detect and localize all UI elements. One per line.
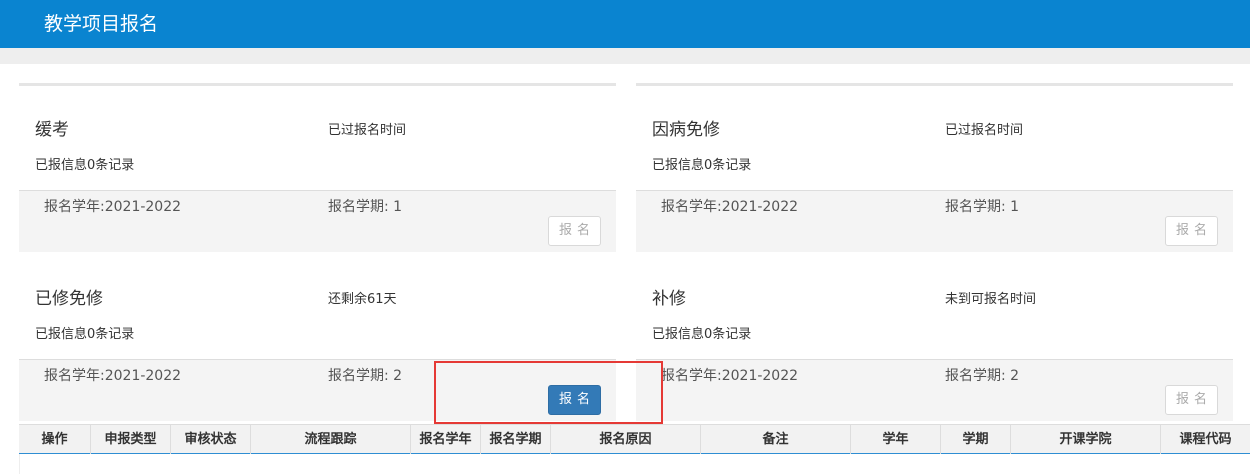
card-year: 报名学年:2021-2022 <box>661 368 799 384</box>
column-header[interactable]: 学年 <box>851 425 941 454</box>
card-year: 报名学年:2021-2022 <box>44 199 182 215</box>
column-header[interactable]: 学期 <box>941 425 1011 454</box>
card-title: 因病免修 <box>652 120 720 140</box>
card-record-count: 已报信息0条记录 <box>35 158 135 173</box>
column-header[interactable]: 报名学年 <box>411 425 481 454</box>
header-separator <box>0 48 1250 64</box>
enroll-card-makeup: 补修 未到可报名时间 已报信息0条记录 报名学年:2021-2022 报名学期:… <box>636 252 1233 422</box>
column-header[interactable]: 操作 <box>19 425 91 454</box>
card-divider <box>19 83 616 86</box>
card-title: 已修免修 <box>35 289 103 309</box>
card-term: 报名学期: 1 <box>328 199 403 215</box>
card-status: 未到可报名时间 <box>945 292 1037 307</box>
top-bar: 教学项目报名 <box>0 0 1250 48</box>
column-header[interactable]: 申报类型 <box>91 425 171 454</box>
card-status: 已过报名时间 <box>945 123 1024 138</box>
card-term: 报名学期: 2 <box>328 368 403 384</box>
card-title: 缓考 <box>35 120 69 140</box>
enroll-button[interactable]: 报名 <box>548 216 601 246</box>
column-header[interactable]: 流程跟踪 <box>251 425 411 454</box>
card-footer-panel: 报名学年:2021-2022 报名学期: 1 报名 <box>636 190 1233 252</box>
card-title: 补修 <box>652 289 686 309</box>
records-table-header: 操作 申报类型 审核状态 流程跟踪 报名学年 报名学期 报名原因 备注 学年 学… <box>19 424 1250 454</box>
column-header[interactable]: 课程代码 <box>1161 425 1250 454</box>
card-record-count: 已报信息0条记录 <box>35 327 135 342</box>
column-header[interactable]: 审核状态 <box>171 425 251 454</box>
card-record-count: 已报信息0条记录 <box>652 158 752 173</box>
enroll-card-deferred-exam: 缓考 已过报名时间 已报信息0条记录 报名学年:2021-2022 报名学期: … <box>19 83 616 252</box>
card-footer-panel: 报名学年:2021-2022 报名学期: 2 报名 <box>636 359 1233 421</box>
highlight-box <box>434 361 663 424</box>
card-footer-panel: 报名学年:2021-2022 报名学期: 1 报名 <box>19 190 616 252</box>
card-term: 报名学期: 1 <box>945 199 1020 215</box>
page-title: 教学项目报名 <box>44 13 159 35</box>
card-year: 报名学年:2021-2022 <box>661 199 799 215</box>
card-term: 报名学期: 2 <box>945 368 1020 384</box>
enroll-button[interactable]: 报名 <box>1165 385 1218 415</box>
card-record-count: 已报信息0条记录 <box>652 327 752 342</box>
card-status: 还剩余61天 <box>328 292 397 307</box>
card-status: 已过报名时间 <box>328 123 407 138</box>
records-table-body <box>19 454 1250 474</box>
column-header[interactable]: 开课学院 <box>1011 425 1161 454</box>
column-header[interactable]: 报名学期 <box>481 425 551 454</box>
column-header[interactable]: 备注 <box>701 425 851 454</box>
column-header[interactable]: 报名原因 <box>551 425 701 454</box>
card-divider <box>636 83 1233 86</box>
enroll-card-sick-exemption: 因病免修 已过报名时间 已报信息0条记录 报名学年:2021-2022 报名学期… <box>636 83 1233 252</box>
card-year: 报名学年:2021-2022 <box>44 368 182 384</box>
enroll-button[interactable]: 报名 <box>1165 216 1218 246</box>
